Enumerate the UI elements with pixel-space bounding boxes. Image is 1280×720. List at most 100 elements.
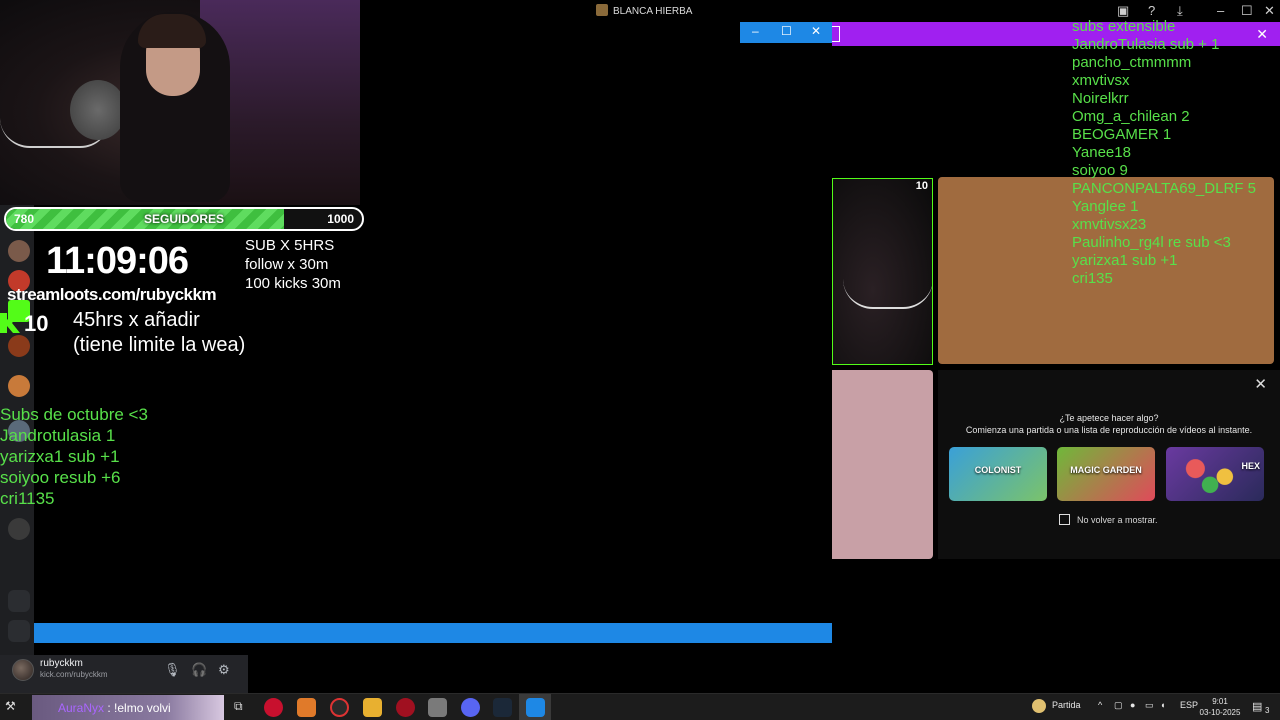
store-icon[interactable] bbox=[428, 698, 447, 717]
preview-tag: 10 bbox=[915, 180, 928, 192]
game-card-hex[interactable]: HEX bbox=[1166, 447, 1264, 501]
subathon-rules: SUB X 5HRS follow x 30m 100 kicks 30m bbox=[245, 236, 341, 293]
close-icon[interactable]: ✕ bbox=[1256, 26, 1268, 43]
language-indicator[interactable]: ESP bbox=[1180, 700, 1198, 710]
supporter-list: subs extensible JandroTulasia sub + 1 pa… bbox=[1072, 18, 1256, 288]
rule-line: SUB X 5HRS bbox=[245, 237, 335, 254]
subathon-timer: 11:09:06 bbox=[46, 240, 189, 282]
close-icon[interactable]: ✕ bbox=[1254, 375, 1267, 393]
close-button[interactable]: ✕ bbox=[1264, 3, 1275, 19]
rule-line: 100 kicks 30m bbox=[245, 275, 341, 292]
app-icon[interactable] bbox=[330, 698, 349, 717]
window-controls: – ☐ ✕ bbox=[740, 22, 832, 43]
chat-ticker: AuraNyx : !elmo volvi bbox=[32, 695, 224, 720]
volume-icon[interactable]: ◖ bbox=[1160, 700, 1165, 710]
checkbox-label: No volver a mostrar. bbox=[1077, 515, 1158, 525]
mic-icon[interactable]: 🎙 bbox=[164, 662, 181, 678]
active-app[interactable] bbox=[519, 694, 551, 720]
goal-current: 780 bbox=[14, 212, 35, 226]
discover-icon[interactable] bbox=[8, 518, 30, 540]
help-icon[interactable]: ? bbox=[1148, 3, 1155, 18]
server-icon[interactable] bbox=[8, 240, 30, 262]
maximize-button[interactable]: ☐ bbox=[1241, 3, 1253, 19]
stream-preview[interactable]: 10 bbox=[832, 178, 933, 365]
close-button[interactable]: ✕ bbox=[811, 24, 821, 38]
dont-show-checkbox[interactable] bbox=[1059, 514, 1070, 525]
rule-line: follow x 30m bbox=[245, 256, 329, 273]
gear-icon[interactable]: ⚙ bbox=[218, 662, 230, 678]
media-card[interactable] bbox=[832, 370, 933, 559]
discord-icon[interactable] bbox=[461, 698, 480, 717]
webcam-feed bbox=[0, 0, 360, 205]
list-item: Omg_a_chilean 2 bbox=[1072, 108, 1190, 125]
window-status-bar bbox=[32, 623, 832, 643]
game-card-colonist[interactable]: COLONIST bbox=[949, 447, 1047, 501]
notification-icon[interactable]: ▤ bbox=[1252, 700, 1262, 713]
server-icon[interactable] bbox=[8, 335, 30, 357]
blank-icon bbox=[8, 620, 30, 642]
tray-icon[interactable]: ▢ bbox=[1114, 700, 1123, 711]
list-item: xmvtivsx bbox=[1072, 72, 1130, 89]
list-item: PANCONPALTA69_DLRF 5 bbox=[1072, 180, 1256, 197]
app-icon[interactable] bbox=[396, 698, 415, 717]
list-item: Yanglee 1 bbox=[1072, 198, 1139, 215]
follower-goal-bar: 780 SEGUIDORES 1000 bbox=[4, 207, 364, 231]
list-item: Paulinho_rg4l re sub <3 bbox=[1072, 234, 1231, 251]
minimize-button[interactable]: – bbox=[752, 24, 759, 38]
goal-label: SEGUIDORES bbox=[144, 212, 225, 226]
bar-edge bbox=[832, 26, 840, 42]
game-icon bbox=[596, 4, 608, 16]
folder-icon[interactable] bbox=[363, 698, 382, 717]
weather-icon[interactable] bbox=[1032, 699, 1046, 713]
opera-icon[interactable] bbox=[264, 698, 283, 717]
kick-icon bbox=[0, 313, 20, 333]
minimize-button[interactable]: – bbox=[1217, 3, 1224, 18]
list-item: pancho_ctmmmm bbox=[1072, 54, 1192, 71]
taskbar: ⚒ AuraNyx : !elmo volvi ⧉ Partida ^ ▢ ● … bbox=[0, 693, 1280, 720]
notification-count: 3 bbox=[1265, 706, 1270, 715]
activity-promo: ✕ ¿Te apetece hacer algo? Comienza una p… bbox=[938, 370, 1280, 559]
list-item: BEOGAMER 1 bbox=[1072, 126, 1172, 143]
weather-label[interactable]: Partida bbox=[1052, 700, 1081, 710]
hours-note: 45hrs x añadir (tiene limite la wea) bbox=[73, 309, 246, 356]
list-item: cri1135 bbox=[0, 489, 55, 508]
streamloots-link: streamloots.com/rubyckkm bbox=[7, 285, 217, 304]
list-item: Noirelkrr bbox=[1072, 90, 1129, 107]
promo-question: ¿Te apetece hacer algo? bbox=[1059, 413, 1159, 423]
list-item: yarizxa1 sub +1 bbox=[1072, 252, 1178, 269]
maximize-button[interactable]: ☐ bbox=[781, 24, 792, 38]
server-icon[interactable] bbox=[8, 375, 30, 397]
avatar[interactable] bbox=[12, 659, 34, 681]
list-item: Yanee18 bbox=[1072, 144, 1131, 161]
app-icon bbox=[526, 698, 545, 717]
clock[interactable]: 9:01 03-10-2025 bbox=[1198, 696, 1242, 718]
chevron-up-icon[interactable]: ^ bbox=[1098, 700, 1102, 710]
promo-subtitle: Comienza una partida o una lista de repr… bbox=[965, 425, 1253, 435]
list-item: Jandrotulasia 1 bbox=[0, 426, 116, 445]
download-icon[interactable]: ⤓ bbox=[1177, 3, 1183, 19]
app-icon[interactable] bbox=[297, 698, 316, 717]
username: rubyckkm bbox=[40, 658, 83, 669]
steam-icon[interactable] bbox=[493, 698, 512, 717]
task-view-icon[interactable]: ⧉ bbox=[234, 699, 243, 714]
list-item: subs extensible bbox=[1072, 18, 1176, 35]
headphones-icon[interactable]: 🎧 bbox=[191, 662, 207, 678]
user-subtitle: kick.com/rubyckkm bbox=[40, 670, 108, 679]
list-item: cri135 bbox=[1072, 270, 1113, 287]
user-panel: rubyckkm kick.com/rubyckkm 🎙 🎧 ⚙ bbox=[0, 655, 248, 693]
list-item: Subs de octubre <3 bbox=[0, 405, 148, 424]
list-item: JandroTulasia sub + 1 bbox=[1072, 36, 1220, 53]
rss-icon[interactable] bbox=[8, 590, 30, 612]
mic-icon[interactable]: ● bbox=[1130, 700, 1135, 710]
list-item: soiyoo resub +6 bbox=[0, 468, 121, 487]
subs-list: Subs de octubre <3 Jandrotulasia 1 yariz… bbox=[0, 404, 148, 509]
list-item: xmvtivsx23 bbox=[1072, 216, 1147, 233]
goal-target: 1000 bbox=[327, 212, 354, 226]
screen-icon[interactable]: ▣ bbox=[1117, 3, 1129, 19]
game-card-magic-garden[interactable]: MAGIC GARDEN bbox=[1057, 447, 1155, 501]
network-icon[interactable]: ▭ bbox=[1145, 700, 1154, 711]
window-title: BLANCA HIERBA bbox=[596, 4, 692, 17]
list-item: yarizxa1 sub +1 bbox=[0, 447, 120, 466]
kick-counter: 10 bbox=[0, 311, 48, 337]
tools-icon[interactable]: ⚒ bbox=[5, 699, 16, 713]
